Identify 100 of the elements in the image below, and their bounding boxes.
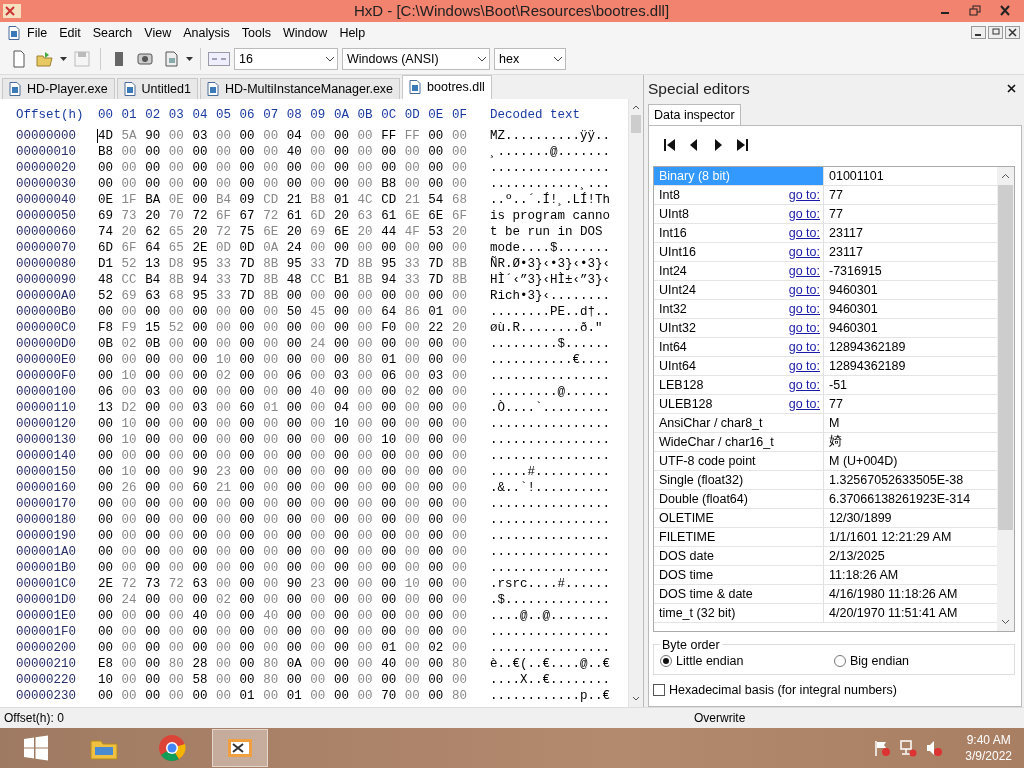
hex-byte[interactable]: 75 <box>239 224 264 239</box>
hex-byte[interactable]: 00 <box>192 368 216 383</box>
decoded-text[interactable]: mode....$....... <box>490 240 611 255</box>
hex-byte[interactable]: 00 <box>381 592 405 607</box>
hex-byte[interactable]: 00 <box>333 448 358 463</box>
hex-byte[interactable]: 00 <box>98 416 122 431</box>
hex-byte[interactable]: 00 <box>286 640 311 655</box>
hex-byte[interactable]: 95 <box>192 288 216 303</box>
hex-byte[interactable]: 00 <box>381 288 405 303</box>
hex-byte[interactable]: 00 <box>451 368 476 383</box>
hex-byte[interactable]: 00 <box>451 288 476 303</box>
hex-byte[interactable]: 00 <box>215 608 240 623</box>
hex-byte[interactable]: 00 <box>428 688 452 703</box>
hex-byte[interactable]: 00 <box>192 544 216 559</box>
hex-byte[interactable]: 00 <box>192 640 216 655</box>
hex-byte[interactable]: 6E <box>333 224 358 239</box>
hex-byte[interactable]: 00 <box>357 544 382 559</box>
hex-byte[interactable]: 01 <box>333 192 358 207</box>
hex-byte[interactable]: 00 <box>98 448 122 463</box>
hex-byte[interactable]: 00 <box>286 608 311 623</box>
hex-byte[interactable]: 00 <box>145 368 169 383</box>
hex-byte[interactable]: 00 <box>239 368 264 383</box>
hex-byte[interactable]: 00 <box>310 592 334 607</box>
menu-item[interactable]: Help <box>334 23 371 42</box>
hex-byte[interactable]: 00 <box>333 496 358 511</box>
hex-byte[interactable]: 10 <box>215 352 240 367</box>
hex-byte[interactable]: 00 <box>215 560 240 575</box>
hex-byte[interactable]: 00 <box>428 128 452 143</box>
hex-byte[interactable]: 00 <box>121 672 146 687</box>
hex-byte[interactable]: 40 <box>263 608 287 623</box>
hex-byte[interactable]: 0B <box>145 336 169 351</box>
hex-byte[interactable]: 00 <box>357 304 382 319</box>
hex-byte[interactable]: 00 <box>286 288 311 303</box>
hex-byte[interactable]: 00 <box>168 416 193 431</box>
hex-byte[interactable]: 00 <box>381 672 405 687</box>
hex-byte[interactable]: 00 <box>168 608 193 623</box>
hex-byte[interactable]: 00 <box>451 624 476 639</box>
hex-byte[interactable]: 00 <box>263 592 287 607</box>
hex-byte[interactable]: 00 <box>428 352 452 367</box>
menu-item[interactable]: View <box>139 23 177 42</box>
hex-byte[interactable]: 00 <box>451 416 476 431</box>
hex-byte[interactable]: 00 <box>381 464 405 479</box>
hex-byte[interactable]: 20 <box>333 208 358 223</box>
hex-byte[interactable]: 7D <box>428 256 452 271</box>
hex-byte[interactable]: 00 <box>168 544 193 559</box>
hex-byte[interactable]: 00 <box>333 688 358 703</box>
muted-speaker-icon[interactable] <box>925 739 944 758</box>
hex-byte[interactable]: 00 <box>215 512 240 527</box>
inspector-row[interactable]: LEB128 go to: -51 <box>654 375 997 395</box>
hex-byte[interactable]: 00 <box>310 544 334 559</box>
hex-byte[interactable]: 00 <box>121 608 146 623</box>
hex-byte[interactable]: 01 <box>286 688 311 703</box>
hex-byte[interactable]: 0D <box>239 240 264 255</box>
hex-byte[interactable]: 00 <box>451 672 476 687</box>
minimize-icon[interactable] <box>971 26 986 40</box>
hex-byte[interactable]: 20 <box>357 224 382 239</box>
hex-byte[interactable]: 00 <box>381 400 405 415</box>
inspector-row[interactable]: UInt24 go to: 9460301 <box>654 280 997 300</box>
hex-byte[interactable]: 00 <box>381 160 405 175</box>
go-to-link[interactable]: go to: <box>788 263 820 278</box>
hex-byte[interactable]: 00 <box>451 528 476 543</box>
hex-byte[interactable]: 00 <box>404 624 429 639</box>
hex-byte[interactable]: 00 <box>333 288 358 303</box>
hex-byte[interactable]: 21 <box>286 192 311 207</box>
hex-byte[interactable]: CD <box>263 192 287 207</box>
hex-byte[interactable]: 00 <box>404 448 429 463</box>
hex-byte[interactable]: 00 <box>192 352 216 367</box>
hex-byte[interactable]: 00 <box>381 384 405 399</box>
scroll-thumb[interactable] <box>631 114 641 133</box>
hex-byte[interactable]: 00 <box>428 400 452 415</box>
hex-byte[interactable]: 00 <box>286 176 311 191</box>
hex-byte[interactable]: 7D <box>428 272 452 287</box>
go-to-link[interactable]: go to: <box>788 396 820 411</box>
hex-byte[interactable]: 00 <box>98 160 122 175</box>
hex-byte[interactable]: E8 <box>98 656 122 671</box>
hex-byte[interactable]: 00 <box>98 528 122 543</box>
hex-byte[interactable]: 00 <box>357 528 382 543</box>
hex-byte[interactable]: 00 <box>404 352 429 367</box>
hex-byte[interactable]: 00 <box>239 640 264 655</box>
hex-byte[interactable]: 00 <box>286 512 311 527</box>
last-icon[interactable] <box>735 137 749 152</box>
hex-byte[interactable]: 00 <box>333 480 358 495</box>
hex-byte[interactable]: 00 <box>286 336 311 351</box>
hex-byte[interactable]: 00 <box>168 400 193 415</box>
hex-byte[interactable]: 80 <box>168 656 193 671</box>
hex-byte[interactable]: 00 <box>263 448 287 463</box>
hex-byte[interactable]: 7D <box>239 288 264 303</box>
hex-byte[interactable]: 00 <box>168 640 193 655</box>
decoded-text[interactable]: ............p..€ <box>490 688 611 703</box>
hex-byte[interactable]: 00 <box>404 240 429 255</box>
hex-byte[interactable]: 00 <box>333 608 358 623</box>
decoded-text[interactable]: .$.............. <box>490 592 611 607</box>
decoded-text[interactable]: ................ <box>490 368 611 383</box>
hex-byte[interactable]: 00 <box>145 464 169 479</box>
hex-byte[interactable]: 00 <box>192 160 216 175</box>
decoded-text[interactable]: ................ <box>490 496 611 511</box>
hex-byte[interactable]: 28 <box>192 656 216 671</box>
hex-byte[interactable]: 00 <box>239 432 264 447</box>
hex-byte[interactable]: 00 <box>192 592 216 607</box>
hex-byte[interactable]: 00 <box>145 544 169 559</box>
